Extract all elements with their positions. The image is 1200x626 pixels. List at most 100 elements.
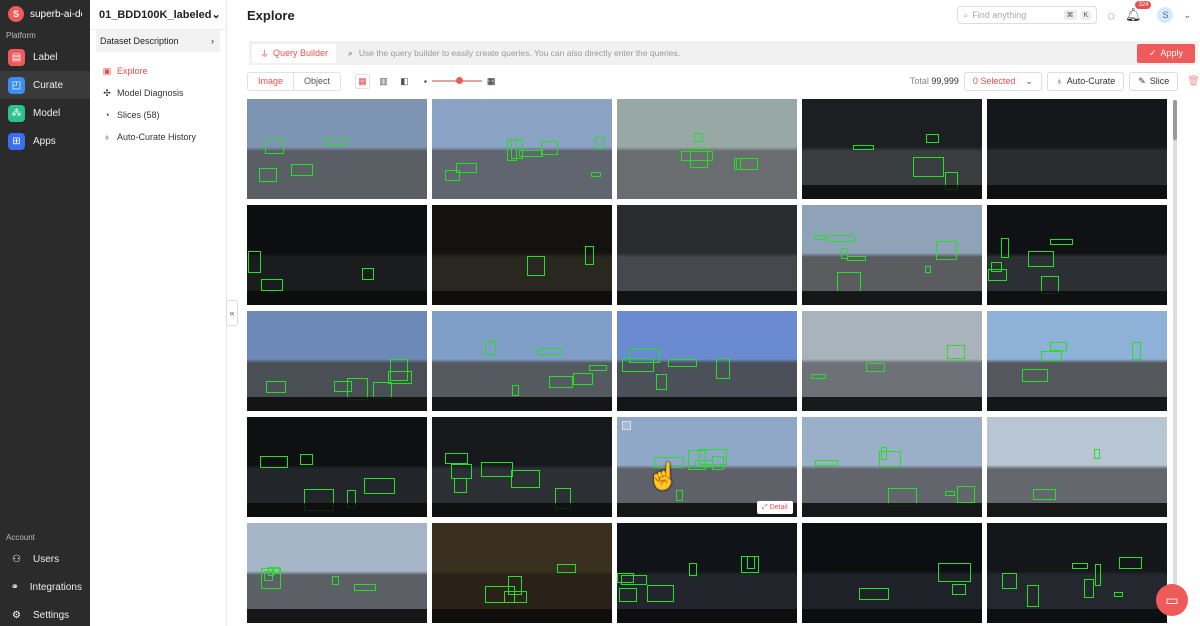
slices-icon: ◔ [104, 110, 110, 120]
rail-item-curate[interactable]: ◰ Curate [0, 71, 90, 99]
image-icon: ▣ [102, 65, 112, 76]
bounding-box [259, 168, 277, 182]
nav-auto-curate-history[interactable]: ♁ Auto-Curate History [90, 126, 226, 148]
bounding-box [332, 576, 339, 585]
image-tile[interactable] [432, 311, 612, 411]
bounding-box [815, 235, 825, 240]
notifications-button[interactable]: 🔔︎ 324 [1124, 1, 1152, 23]
user-avatar[interactable]: S [1157, 7, 1174, 23]
image-tile[interactable] [987, 417, 1167, 517]
embedding-view-icon[interactable]: ◧ [397, 74, 412, 89]
image-tile[interactable]: ☝ ⤢ Detail [617, 417, 797, 517]
car-dashboard [987, 291, 1167, 305]
image-tile[interactable] [617, 99, 797, 199]
image-tile[interactable] [432, 523, 612, 623]
image-tile[interactable] [432, 205, 612, 305]
bounding-box [585, 246, 594, 265]
image-tile[interactable] [617, 523, 797, 623]
bounding-box [595, 137, 604, 149]
dataset-description-toggle[interactable]: Dataset Description › [96, 30, 220, 52]
bounding-box [485, 341, 496, 355]
rail-item-integrations[interactable]: ⚭ Integrations [0, 573, 90, 601]
image-tile[interactable] [247, 417, 427, 517]
nav-explore[interactable]: ▣ Explore [90, 60, 226, 82]
rail-item-settings[interactable]: ⚙ Settings [0, 601, 90, 626]
bounding-box [1033, 489, 1056, 500]
tab-object[interactable]: Object [294, 73, 340, 90]
nav-model-diagnosis[interactable]: ✣ Model Diagnosis [90, 82, 226, 104]
rail-item-label-text: Label [33, 51, 58, 63]
image-tile[interactable] [617, 205, 797, 305]
bounding-box [324, 139, 348, 145]
grid-scrollbar-thumb[interactable] [1173, 100, 1177, 140]
query-builder-button[interactable]: ⏚ Query Builder [252, 43, 337, 63]
nav-slices-label: Slices (58) [117, 110, 160, 120]
dataset-selector[interactable]: 01_BDD100K_labeled ⌄ [90, 0, 226, 30]
collapse-sidebar-button[interactable]: « [226, 300, 238, 326]
tile-select-checkbox[interactable] [622, 421, 631, 430]
auto-curate-button[interactable]: ♁ Auto-Curate [1046, 71, 1125, 91]
rail-item-apps[interactable]: ⊞ Apps [0, 127, 90, 155]
image-tile[interactable] [247, 311, 427, 411]
bounding-box [527, 256, 545, 276]
bounding-box [557, 564, 576, 573]
trash-icon[interactable]: 🗑︎ [1187, 76, 1200, 87]
bulb-icon: ♁ [1055, 76, 1063, 86]
nav-slices[interactable]: ◔ Slices (58) [90, 104, 226, 126]
account-section: Account ⚇ Users ⚭ Integrations ⚙ Setting… [0, 530, 90, 626]
hand-cursor-icon: ☝ [647, 461, 680, 491]
apps-icon: ⊞ [8, 132, 25, 150]
bell-icon: 🔔︎ [1124, 7, 1142, 22]
slider-track[interactable] [431, 77, 482, 84]
detail-button[interactable]: ⤢ Detail [757, 501, 793, 514]
bounding-box [690, 148, 708, 168]
image-tile[interactable] [617, 311, 797, 411]
rail-item-users[interactable]: ⚇ Users [0, 545, 90, 573]
grid-scrollbar[interactable] [1173, 100, 1177, 600]
image-tile[interactable] [247, 205, 427, 305]
image-tile[interactable] [247, 99, 427, 199]
bounding-box [1001, 238, 1009, 258]
bounding-box [1002, 573, 1017, 589]
tab-image[interactable]: Image [248, 72, 295, 90]
bounding-box [815, 460, 838, 466]
image-tile[interactable] [802, 417, 982, 517]
bounding-box [811, 374, 826, 379]
image-tile[interactable] [802, 523, 982, 623]
bounding-box [952, 584, 966, 595]
bounding-box [621, 575, 647, 585]
image-tile[interactable] [802, 311, 982, 411]
rail-item-model[interactable]: ⁂ Model [0, 99, 90, 127]
image-tile[interactable] [987, 523, 1167, 623]
grid-view-icon[interactable]: ▦ [355, 73, 371, 89]
image-tile[interactable] [247, 523, 427, 623]
thumbnail-size-slider[interactable]: ▪ ▦ [424, 76, 495, 87]
image-tile[interactable] [432, 99, 612, 199]
image-tile[interactable] [802, 99, 982, 199]
selected-dropdown[interactable]: 0 Selected ⌄ [963, 71, 1042, 91]
bounding-box [1028, 251, 1054, 267]
rail-item-label[interactable]: ▤ Label [0, 43, 90, 71]
chevron-down-icon: ⌄ [211, 9, 221, 21]
query-input[interactable]: ⌕ Use the query builder to easily create… [348, 48, 680, 59]
image-tile[interactable] [987, 311, 1167, 411]
bounding-box [481, 462, 513, 477]
chat-support-button[interactable]: ▭ [1156, 584, 1188, 616]
large-grid-icon: ▦ [486, 75, 496, 86]
image-tile[interactable] [987, 205, 1167, 305]
apply-button[interactable]: ✓ Apply [1136, 43, 1195, 63]
image-tile[interactable] [802, 205, 982, 305]
bounding-box [1027, 585, 1039, 607]
slider-thumb[interactable] [455, 77, 463, 84]
search-placeholder: Find anything [972, 10, 1027, 20]
query-hint-text: Use the query builder to easily create q… [358, 48, 681, 58]
chart-view-icon[interactable]: ▥ [376, 74, 391, 89]
org-switcher[interactable]: S superb-ai-demo [0, 0, 90, 28]
chevron-down-icon[interactable]: ⌄ [1183, 10, 1191, 21]
page-title: Explore [247, 7, 295, 23]
image-tile[interactable] [432, 417, 612, 517]
global-search-input[interactable]: ⌕ Find anything ⌘ K [957, 6, 1098, 24]
bounding-box [512, 385, 519, 396]
slice-button[interactable]: ✎ Slice [1129, 71, 1179, 91]
image-tile[interactable] [987, 99, 1167, 199]
